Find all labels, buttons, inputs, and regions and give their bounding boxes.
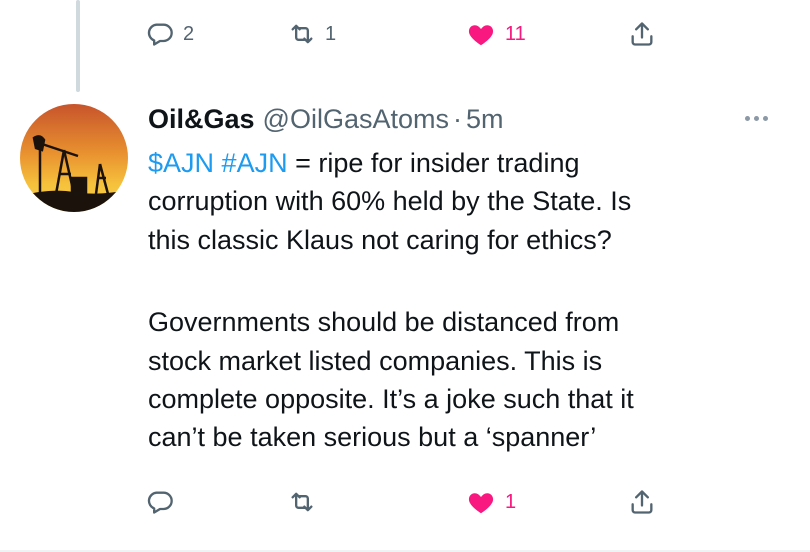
retweet-icon <box>291 24 313 44</box>
retweet-button[interactable] <box>288 482 325 522</box>
tweet-text-line: stock market listed companies. This is <box>148 345 603 376</box>
reply-count: 2 <box>183 22 195 45</box>
tweet-text-line: complete opposite. It’s a joke such that… <box>148 383 634 414</box>
like-button[interactable]: 1 <box>466 482 516 522</box>
share-button[interactable] <box>628 482 656 522</box>
oil-pumpjack-sunset-avatar-icon <box>20 104 128 212</box>
like-button[interactable]: 11 <box>466 14 526 54</box>
tweet-text: $AJN #AJN = ripe for insider trading cor… <box>148 144 788 457</box>
tweet-header: Oil&Gas @OilGasAtoms · 5m <box>148 100 504 138</box>
tweet-text-line: $AJN #AJN = ripe for insider trading <box>148 144 788 182</box>
reply-icon <box>147 491 173 514</box>
heart-filled-icon <box>468 493 494 514</box>
user-handle[interactable]: @OilGasAtoms <box>263 100 449 138</box>
more-dot-icon <box>753 115 759 121</box>
timestamp[interactable]: 5m <box>466 100 504 138</box>
like-count: 11 <box>505 22 526 45</box>
tweet-text-fragment: = ripe for insider trading <box>287 148 580 178</box>
paragraph-break <box>148 259 788 303</box>
display-name[interactable]: Oil&Gas <box>148 100 255 138</box>
share-icon <box>631 22 653 46</box>
share-icon <box>631 490 653 514</box>
hashtag-link[interactable]: #AJN <box>222 148 288 178</box>
tweet-text-line: can’t be taken serious but a ‘spanner’ <box>148 422 597 453</box>
tweet-text-line: corruption with 60% held by the State. I… <box>148 186 632 217</box>
reply-button[interactable]: 2 <box>146 14 194 54</box>
tweet-text-line: Governments should be distanced from <box>148 307 620 338</box>
more-dot-icon <box>744 115 750 121</box>
more-dot-icon <box>762 115 768 121</box>
reply-button[interactable] <box>146 482 183 522</box>
heart-filled-icon <box>468 25 494 46</box>
cashtag-link[interactable]: $AJN <box>148 148 214 178</box>
retweet-count: 1 <box>325 22 337 45</box>
separator-dot: · <box>453 104 462 134</box>
avatar[interactable] <box>20 104 128 212</box>
tweet-text-line: this classic Klaus not caring for ethics… <box>148 224 612 255</box>
more-options-button[interactable] <box>736 106 776 130</box>
retweet-button[interactable]: 1 <box>288 14 336 54</box>
thread-connector-line <box>76 0 80 92</box>
reply-icon <box>147 23 173 46</box>
retweet-icon <box>291 492 313 512</box>
share-button[interactable] <box>628 14 656 54</box>
like-count: 1 <box>505 490 517 513</box>
